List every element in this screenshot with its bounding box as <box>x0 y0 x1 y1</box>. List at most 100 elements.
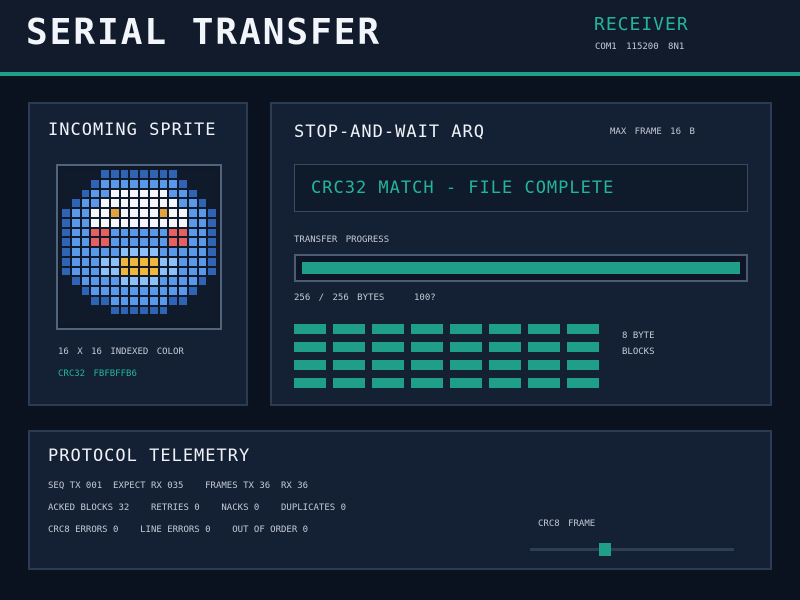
sprite-pixel <box>129 208 139 218</box>
sprite-pixel <box>80 178 91 189</box>
telemetry-line-3: CRC8 ERRORS 0 LINE ERRORS 0 OUT OF ORDER… <box>48 525 309 535</box>
sprite-pixel <box>129 295 139 306</box>
sprite-pixel <box>70 276 81 286</box>
sprite-pixel <box>61 227 71 238</box>
sprite-pixel <box>70 188 81 199</box>
sprite-pixel <box>61 217 71 228</box>
sprite-pixel <box>109 305 120 316</box>
sprite-pixel <box>207 286 217 296</box>
sprite-pixel <box>70 295 81 306</box>
sprite-pixel <box>148 266 159 277</box>
sprite-pixel <box>109 198 120 208</box>
block-cell <box>411 324 443 334</box>
telemetry-line-2: ACKED BLOCKS 32 RETRIES 0 NACKS 0 DUPLIC… <box>48 503 347 513</box>
sprite-pixel <box>80 208 91 218</box>
sprite-pixel <box>139 217 149 228</box>
sprite-pixel <box>158 276 169 286</box>
receiver-format: 8N1 <box>668 42 685 52</box>
sprite-pixel <box>187 266 198 277</box>
block-cell <box>333 324 365 334</box>
sprite-pixel <box>100 178 110 189</box>
sprite-pixel <box>139 295 149 306</box>
sprite-pixel <box>178 286 188 296</box>
crc8-frame-slider[interactable] <box>530 543 734 556</box>
sprite-pixel <box>148 286 159 296</box>
sprite-pixel <box>139 188 149 199</box>
sprite-pixel <box>70 305 81 316</box>
sprite-pixel <box>70 169 81 179</box>
block-cell <box>567 378 599 388</box>
block-cell <box>450 324 482 334</box>
sprite-pixel <box>61 286 71 296</box>
block-cell <box>294 342 326 352</box>
sprite-pixel <box>80 198 91 208</box>
sprite-pixel <box>90 315 100 325</box>
sprite-pixel <box>187 295 198 306</box>
sprite-pixel <box>139 276 149 286</box>
slider-thumb[interactable] <box>599 543 611 556</box>
sprite-pixel <box>61 198 71 208</box>
block-cell <box>333 378 365 388</box>
sprite-pixel <box>148 208 159 218</box>
sprite-pixel <box>197 237 208 247</box>
sprite-pixel <box>158 295 169 306</box>
sprite-pixel <box>148 227 159 238</box>
sprite-pixel <box>178 227 188 238</box>
sprite-pixel <box>148 178 159 189</box>
sprite-pixel <box>90 188 100 199</box>
sprite-pixel <box>80 315 91 325</box>
sprite-pixel <box>90 286 100 296</box>
sprite-pixel <box>197 188 208 199</box>
sprite-pixel <box>109 247 120 257</box>
sprite-pixel <box>90 256 100 267</box>
sprite-pixel <box>119 169 130 179</box>
sprite-pixel <box>178 315 188 325</box>
sprite-pixel <box>148 315 159 325</box>
sprite-pixel <box>90 227 100 238</box>
sprite-pixel <box>119 227 130 238</box>
sprite-pixel <box>187 286 198 296</box>
sprite-preview <box>56 164 222 330</box>
sprite-pixel <box>178 217 188 228</box>
sprite-pixel <box>158 256 169 267</box>
sprite-pixel <box>197 217 208 228</box>
sprite-pixel <box>109 169 120 179</box>
sprite-info: 16 X 16 INDEXED COLOR <box>58 347 184 357</box>
sprite-pixel <box>207 276 217 286</box>
sprite-pixel <box>80 227 91 238</box>
sprite-pixel <box>119 286 130 296</box>
sprite-pixel <box>158 237 169 247</box>
sprite-pixel <box>119 276 130 286</box>
sprite-pixel <box>119 266 130 277</box>
sprite-pixel <box>109 217 120 228</box>
arq-panel: STOP-AND-WAIT ARQ MAX FRAME 16 B CRC32 M… <box>270 102 772 406</box>
sprite-pixel <box>139 266 149 277</box>
sprite-pixel <box>207 315 217 325</box>
block-cell <box>528 378 560 388</box>
sprite-pixel <box>119 198 130 208</box>
sprite-pixel <box>207 295 217 306</box>
sprite-pixel <box>207 217 217 228</box>
sprite-pixel <box>90 178 100 189</box>
sprite-pixel <box>207 227 217 238</box>
sprite-pixel <box>187 169 198 179</box>
sprite-pixel <box>100 276 110 286</box>
sprite-pixel <box>70 178 81 189</box>
sprite-pixel <box>148 169 159 179</box>
block-cell <box>567 342 599 352</box>
sprite-pixel <box>178 295 188 306</box>
blocks-label-line1: 8 BYTE <box>622 331 655 341</box>
sprite-pixel <box>61 208 71 218</box>
sprite-pixel <box>129 227 139 238</box>
sprite-pixel <box>80 237 91 247</box>
sprite-pixel <box>187 247 198 257</box>
sprite-pixel <box>168 315 178 325</box>
header-divider <box>0 72 800 76</box>
sprite-pixel <box>187 178 198 189</box>
sprite-pixel <box>129 305 139 316</box>
sprite-pixel <box>207 256 217 267</box>
sprite-pixel <box>207 188 217 199</box>
sprite-pixel <box>187 208 198 218</box>
sprite-pixel <box>187 305 198 316</box>
sprite-pixel <box>148 198 159 208</box>
